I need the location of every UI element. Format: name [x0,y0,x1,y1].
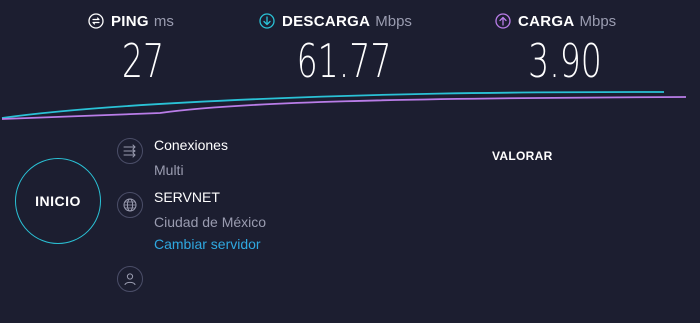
server-provider: SERVNET [154,189,220,205]
upload-label: CARGA [518,12,575,30]
change-server-link[interactable]: Cambiar servidor [154,236,261,252]
globe-icon [117,192,143,218]
connections-title: Conexiones [154,137,228,153]
upload-value: 3.90 [528,34,602,88]
ping-metric: PING ms 27 [88,10,198,86]
download-speed-line [1,91,665,119]
connections-mode[interactable]: Multi [154,162,184,178]
rate-button[interactable]: VALORAR [492,149,553,163]
download-unit: Mbps [375,12,412,30]
start-button-label: INICIO [35,193,81,209]
ping-header: PING ms [88,10,198,32]
ping-icon [88,13,104,29]
server-location: Ciudad de México [154,214,267,230]
ping-unit: ms [153,12,174,30]
download-label: DESCARGA [282,12,371,30]
download-arrow-icon [259,13,275,29]
ping-value: 27 [121,34,165,88]
upload-arrow-icon [495,13,511,29]
download-value: 61.77 [296,34,392,88]
upload-metric: CARGA Mbps 3.90 [495,10,635,86]
speed-graph [1,91,687,120]
download-header: DESCARGA Mbps [259,10,429,32]
upload-header: CARGA Mbps [495,10,635,32]
connections-icon[interactable] [117,138,143,164]
user-glyph-icon [124,273,136,286]
download-metric: DESCARGA Mbps 61.77 [259,10,429,86]
user-icon[interactable] [117,266,143,292]
connections-arrows-icon [123,144,136,158]
ping-label: PING [111,12,149,30]
start-button[interactable]: INICIO [15,158,101,244]
upload-unit: Mbps [579,12,617,30]
globe-glyph-icon [123,198,137,212]
